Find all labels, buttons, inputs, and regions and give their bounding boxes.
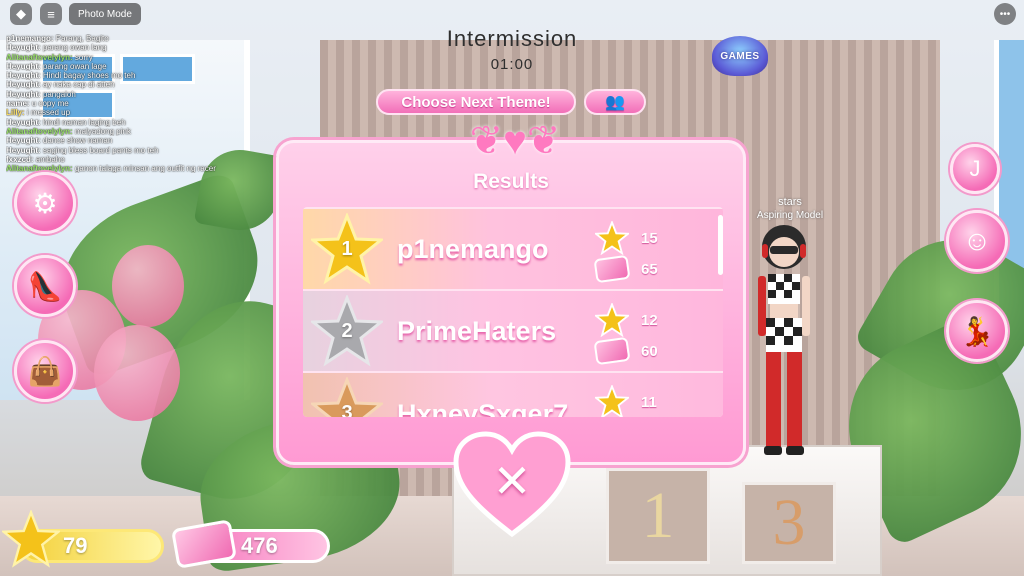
chat-message: fxxzcd: ambaho [6,155,276,164]
chat-text: i messed up [26,108,71,118]
chat-sender: Lilly: [6,108,25,118]
character-face-icon[interactable]: ☺ [946,210,1008,272]
balloon [112,245,184,327]
shop-bag-icon[interactable]: 👜 [14,340,76,402]
chat-sender: Heyught: [6,145,41,155]
chat-message: Heyught: dance show naman [6,136,276,145]
shoe-icon[interactable]: 👠 [14,255,76,317]
star-icon [595,385,629,417]
j-badge-icon[interactable]: J [950,144,1000,194]
star-currency-icon [2,510,60,568]
stars-value: 12 [641,311,658,329]
results-row-1: 1 p1nemango 15 65 [303,209,723,289]
heart-ornament-icon: ❦♥❦ [469,119,561,163]
results-row-3: 3 HxneySxger7 11 [303,373,723,417]
results-title: Results [473,170,549,193]
stars-balance: 79 [63,533,88,558]
rank-number: 2 [341,319,353,342]
intermission-timer: 01:00 [490,56,534,73]
podium-third-place: 3 [742,482,836,564]
balloon [94,325,180,421]
chat-sender: Heyught: [6,117,41,127]
chat-text: ambaho [35,154,65,164]
podium-number-third: 3 [772,486,806,559]
friends-button[interactable]: 👥 [584,89,646,115]
chat-text: dance show naman [42,136,113,146]
chat-text: u copy me [31,99,69,109]
games-logo[interactable]: GAMES [712,36,768,76]
chat-sender: Heyught: [6,89,41,99]
cash-stat: 65 [593,254,658,284]
avatar-name: stars [778,196,802,208]
intermission-title: Intermission [446,26,578,51]
stars-stat: 12 [595,303,658,337]
chat-message: Heyught: hindi naman laging beh [6,118,276,127]
chat-message: name: u copy me [6,99,276,108]
roblox-logo-icon[interactable]: ◆ [10,3,32,25]
choose-next-theme-button[interactable]: Choose Next Theme! [376,89,576,115]
chat-text: malyadong pink [74,126,131,136]
chat-text: ganon talaga minsan ang outfit ng racer [74,164,216,174]
chat-message: Heyught: saging bless board pants mo teh [6,146,276,155]
player-name: HxneySxger7 [397,399,569,417]
stars-value: 11 [641,393,657,411]
chat-text: ay naka cap di atteh [42,80,115,90]
player-avatar [758,225,810,455]
avatar-nametag: stars Aspiring Model [740,196,840,221]
photo-mode-button[interactable]: Photo Mode [69,3,141,25]
cash-value: 65 [641,260,658,278]
chat-message: Heyught: pangaloh [6,90,276,99]
chat-sender: name: [6,99,30,109]
results-scrollbar[interactable] [718,215,723,275]
close-x-icon[interactable]: ✕ [452,446,572,516]
results-list[interactable]: 1 p1nemango 15 65 2 PrimeHaters 12 60 3 … [303,207,723,417]
player-name: p1nemango [397,233,549,264]
chat-text: saging bless board pants mo teh [42,145,159,155]
chat-icon[interactable]: ≡ [40,3,62,25]
gold-star-icon: 1 [311,213,383,285]
podium-number-first: 1 [641,479,675,552]
star-icon [595,221,629,255]
rank-number: 1 [341,237,353,260]
cash-icon [593,336,631,366]
cash-value: 60 [641,342,658,360]
stars-stat: 11 [595,385,657,417]
settings-gear-icon[interactable]: ⚙ [14,172,76,234]
podium-first-place: 1 [606,468,710,564]
cash-stat: 60 [593,336,658,366]
chat-message: Alitanaftovelylyn: malyadong pink [6,127,276,136]
stars-value: 15 [641,229,658,247]
rank-number: 3 [341,401,353,418]
results-row-2: 2 PrimeHaters 12 60 [303,291,723,371]
player-name: PrimeHaters [397,315,557,346]
cash-icon [593,254,631,284]
chat-text: pangaloh [42,89,76,99]
chat-sender: Heyught: [6,136,41,146]
stars-stat: 15 [595,221,658,255]
more-options-icon[interactable]: ••• [994,3,1016,25]
chat-message: Heyught: ay naka cap di atteh [6,80,276,89]
chat-message: Lilly: i messed up [6,108,276,117]
bronze-star-icon: 3 [311,377,383,417]
friends-icon: 👥 [605,94,625,111]
cash-balance: 476 [241,533,278,558]
chat-log: p1nemango: Parang, Bagito Heyught: parang… [6,34,276,173]
chat-sender: Heyught: [6,80,41,90]
chat-sender: Alitanaftovelylyn: [6,126,73,136]
avatar-title: Aspiring Model [756,210,824,221]
chat-text: hindi naman laging beh [42,117,126,127]
pose-icon[interactable]: 💃 [946,300,1008,362]
star-icon [595,303,629,337]
silver-star-icon: 2 [311,295,383,367]
chat-sender: fxxzcd: [6,154,34,164]
